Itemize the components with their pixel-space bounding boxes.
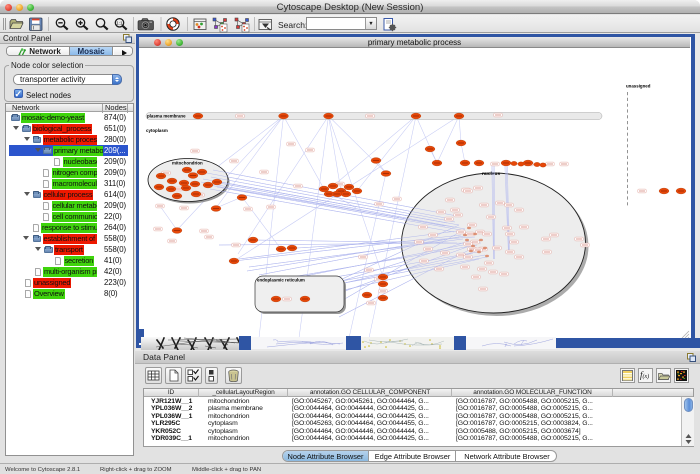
svg-text:nucleus: nucleus bbox=[482, 171, 500, 177]
svg-text:1:1: 1:1 bbox=[116, 21, 123, 26]
svg-text:unassigned: unassigned bbox=[626, 84, 651, 89]
svg-text:mitochondrion: mitochondrion bbox=[172, 161, 203, 166]
svg-text:endoplasmic reticulum: endoplasmic reticulum bbox=[257, 278, 305, 283]
svg-text:plasma membrane: plasma membrane bbox=[147, 114, 186, 119]
svg-text:cytoplasm: cytoplasm bbox=[146, 128, 168, 133]
